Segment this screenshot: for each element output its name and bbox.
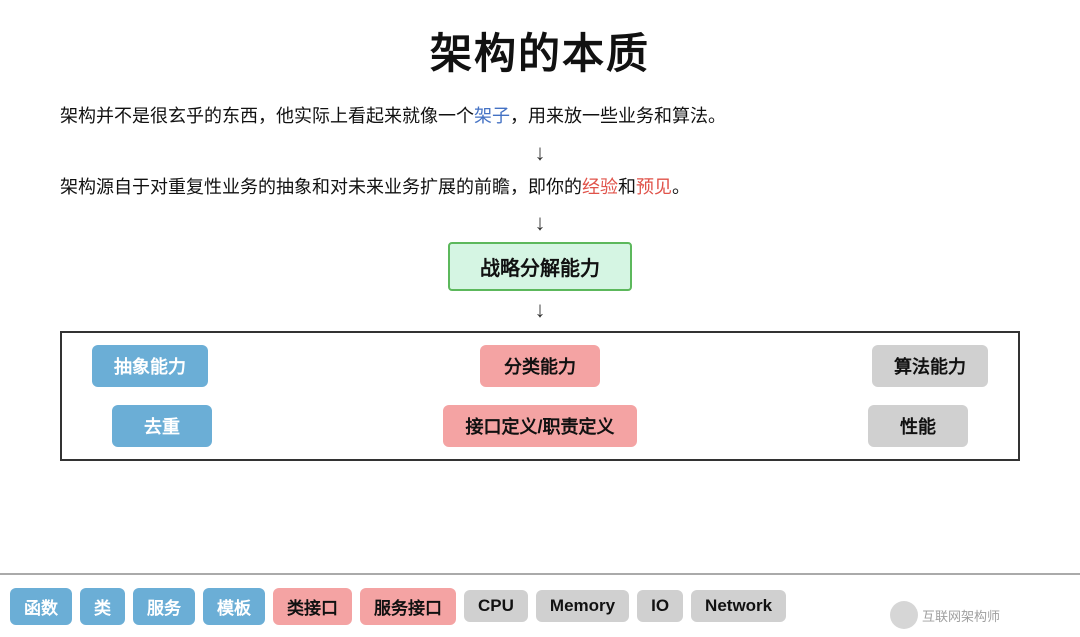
paragraph-1: 架构并不是很玄乎的东西，他实际上看起来就像一个架子，用来放一些业务和算法。 xyxy=(60,101,1020,132)
watermark-icon xyxy=(890,601,918,629)
watermark: 互联网架构师 xyxy=(890,601,1000,629)
chip-class-interface: 类接口 xyxy=(273,588,352,625)
center-box-wrapper: 战略分解能力 xyxy=(60,242,1020,291)
dedup-box: 去重 xyxy=(112,405,212,447)
abstract-ability-box: 抽象能力 xyxy=(92,345,208,387)
performance-box: 性能 xyxy=(868,405,968,447)
chip-function: 函数 xyxy=(10,588,72,625)
chip-service-interface: 服务接口 xyxy=(360,588,456,625)
arrow-3: ↓ xyxy=(60,297,1020,323)
arrow-1: ↓ xyxy=(60,140,1020,166)
para2-text2: 和 xyxy=(618,177,636,197)
chip-class: 类 xyxy=(80,588,125,625)
interface-def-box: 接口定义/职责定义 xyxy=(443,405,636,447)
page-title: 架构的本质 xyxy=(60,20,1020,81)
para2-highlight1: 经验 xyxy=(582,177,618,197)
para1-highlight: 架子 xyxy=(474,106,510,126)
algorithm-ability-box: 算法能力 xyxy=(872,345,988,387)
arrow-2: ↓ xyxy=(60,210,1020,236)
chip-network: Network xyxy=(691,590,786,622)
para2-text1: 架构源自于对重复性业务的抽象和对未来业务扩展的前瞻，即你的 xyxy=(60,177,582,197)
chip-memory: Memory xyxy=(536,590,629,622)
chip-io: IO xyxy=(637,590,683,622)
chip-template: 模板 xyxy=(203,588,265,625)
paragraph-2: 架构源自于对重复性业务的抽象和对未来业务扩展的前瞻，即你的经验和预见。 xyxy=(60,172,1020,203)
bottom-bar: 函数 类 服务 模板 类接口 服务接口 CPU Memory IO Networ… xyxy=(0,573,1080,637)
para2-highlight2: 预见 xyxy=(636,177,672,197)
row-2: 去重 接口定义/职责定义 性能 xyxy=(72,397,1008,447)
row-1: 抽象能力 分类能力 算法能力 xyxy=(72,345,1008,387)
watermark-text: 互联网架构师 xyxy=(922,606,1000,625)
chip-service: 服务 xyxy=(133,588,195,625)
para2-text3: 。 xyxy=(672,177,690,197)
three-cols-container: 抽象能力 分类能力 算法能力 去重 接口定义/职责定义 性能 xyxy=(60,331,1020,461)
strategy-box: 战略分解能力 xyxy=(448,242,632,291)
chip-cpu: CPU xyxy=(464,590,528,622)
classify-ability-box: 分类能力 xyxy=(480,345,600,387)
para1-text2: ，用来放一些业务和算法。 xyxy=(510,106,726,126)
main-container: 架构的本质 架构并不是很玄乎的东西，他实际上看起来就像一个架子，用来放一些业务和… xyxy=(0,0,1080,637)
para1-text1: 架构并不是很玄乎的东西，他实际上看起来就像一个 xyxy=(60,106,474,126)
